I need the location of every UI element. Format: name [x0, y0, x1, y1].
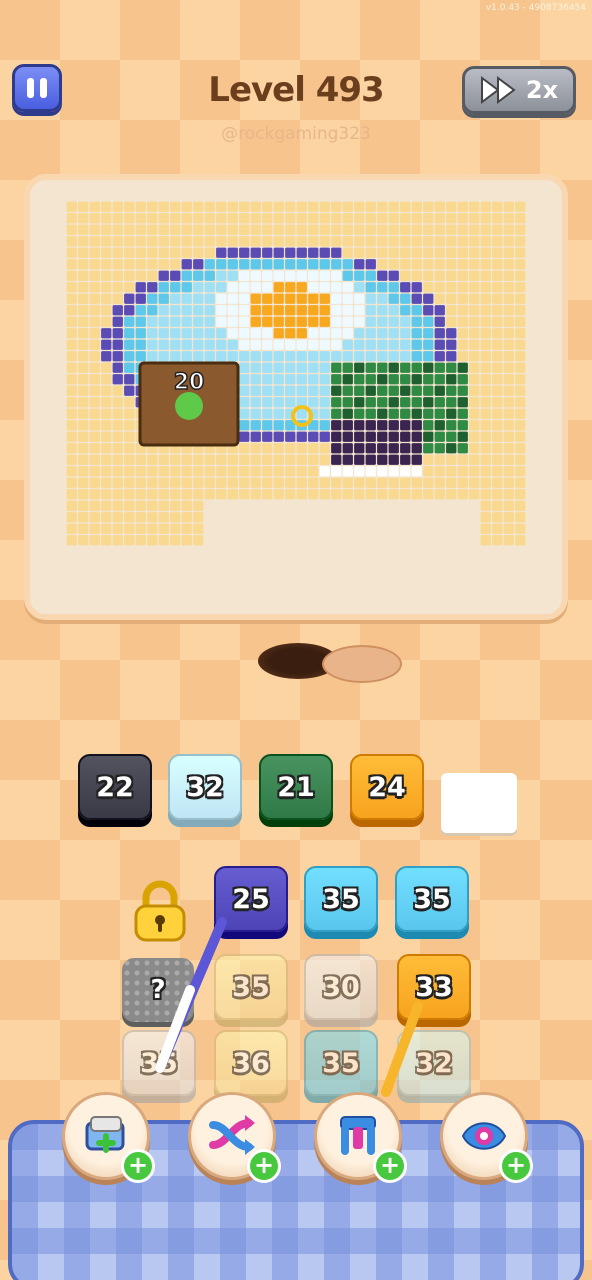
username-label: @rockgaming323: [221, 124, 371, 144]
grid-tile[interactable]: 35: [122, 1030, 196, 1096]
add-slot-booster[interactable]: +: [62, 1092, 155, 1183]
crate-count-label: 20: [174, 370, 205, 395]
slot-tile[interactable]: 21: [259, 754, 333, 820]
grid-tile[interactable]: 35: [304, 1030, 378, 1096]
slot-tile[interactable]: 24: [350, 754, 424, 820]
eye-reveal-booster[interactable]: +: [440, 1092, 533, 1183]
add-booster-plus-icon[interactable]: +: [121, 1149, 155, 1183]
fast-forward-icon: [480, 76, 516, 104]
speed-button[interactable]: 2x: [462, 66, 576, 114]
empty-slot: [441, 773, 517, 833]
lock-icon[interactable]: [130, 878, 190, 944]
grid-tile[interactable]: 36: [214, 1030, 288, 1096]
add-booster-plus-icon[interactable]: +: [373, 1149, 407, 1183]
magnet-claw-booster[interactable]: +: [314, 1092, 407, 1183]
grid-tile[interactable]: 35: [395, 866, 469, 932]
grid-tile[interactable]: 32: [397, 1030, 471, 1096]
grid-tile[interactable]: 33: [397, 954, 471, 1020]
grid-tile[interactable]: 30: [304, 954, 378, 1020]
speed-label: 2x: [525, 76, 559, 104]
add-booster-plus-icon[interactable]: +: [499, 1149, 533, 1183]
slot-tile[interactable]: 22: [78, 754, 152, 820]
slot-tile[interactable]: 32: [168, 754, 242, 820]
grid-tile[interactable]: 25: [214, 866, 288, 932]
mystery-tile[interactable]: ?: [122, 958, 194, 1022]
version-label: v1.0.43 - 4908736454: [485, 3, 586, 13]
shuffle-booster[interactable]: +: [188, 1092, 281, 1183]
grid-tile[interactable]: 35: [304, 866, 378, 932]
hole-lid: [322, 645, 402, 683]
add-booster-plus-icon[interactable]: +: [247, 1149, 281, 1183]
pixel-art-picture: 20: [66, 201, 526, 546]
grid-tile[interactable]: 35: [214, 954, 288, 1020]
